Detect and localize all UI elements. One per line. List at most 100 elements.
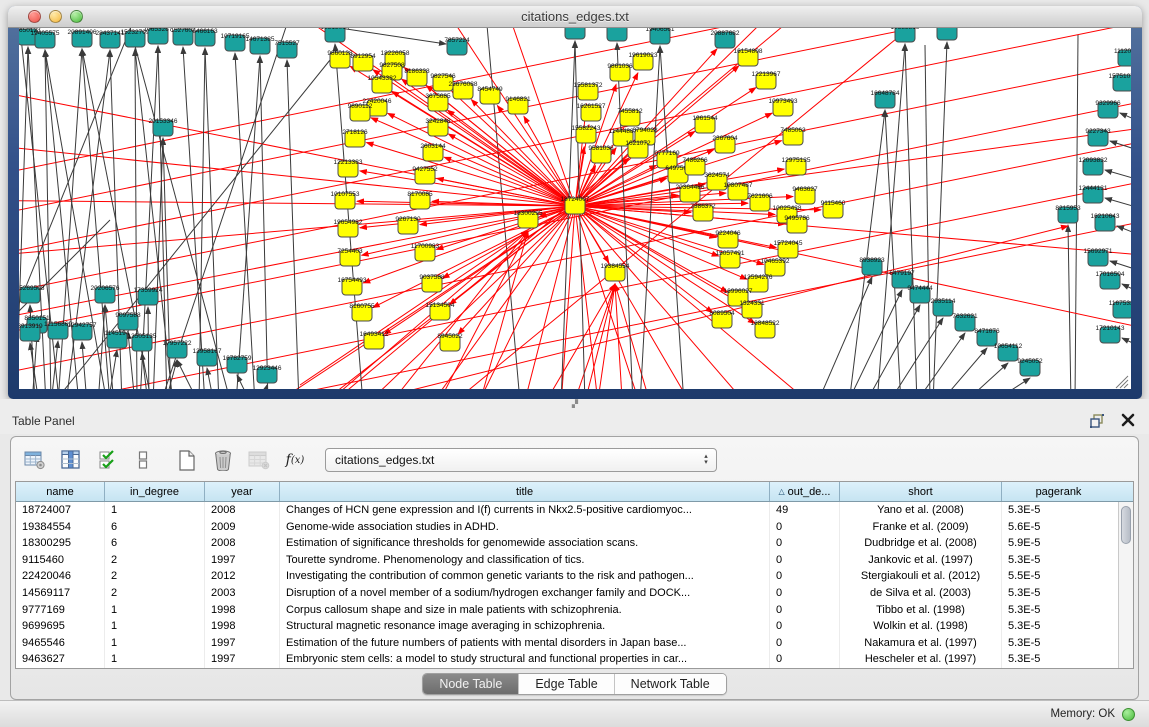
network-node[interactable]: 19619023 [629, 52, 658, 70]
table-cell[interactable]: 9465546 [16, 635, 105, 652]
network-node[interactable]: 9227343 [1085, 128, 1111, 146]
network-node[interactable]: 16754493 [338, 277, 367, 295]
network-node[interactable]: 1145194 [105, 330, 130, 348]
network-node[interactable]: 6466163 [192, 28, 218, 46]
network-node[interactable]: 12093832 [1079, 157, 1108, 175]
table-cell[interactable]: 2 [105, 552, 205, 569]
table-row[interactable]: 1872400712008Changes of HCN gene express… [16, 502, 1118, 519]
network-node[interactable]: 8938923 [859, 257, 885, 275]
table-cell[interactable]: 0 [770, 568, 840, 585]
table-cell[interactable]: 5.3E-5 [1002, 635, 1115, 652]
table-cell[interactable]: 5.3E-5 [1002, 618, 1115, 635]
table-row[interactable]: 911546021997Tourette syndrome. Phenomeno… [16, 552, 1118, 569]
table-cell[interactable]: Corpus callosum shape and size in male p… [280, 602, 770, 619]
column-header-in_degree[interactable]: in_degree [105, 482, 205, 501]
close-panel-icon[interactable] [1121, 413, 1135, 427]
function-builder-icon[interactable]: f(x) [283, 448, 307, 472]
network-node[interactable]: 7857224 [444, 37, 470, 55]
table-cell[interactable]: 18300295 [16, 535, 105, 552]
network-node[interactable]: 1324331 [739, 300, 765, 318]
network-node[interactable]: 20153346 [149, 118, 178, 136]
network-node[interactable]: 18300295 [514, 210, 543, 228]
network-node[interactable]: 9581036 [588, 145, 614, 163]
table-cell[interactable]: 0 [770, 618, 840, 635]
network-node[interactable]: 10653287 [144, 28, 173, 44]
network-node[interactable]: 9037588 [419, 274, 445, 292]
network-node[interactable]: 15581372 [574, 82, 603, 100]
table-cell[interactable]: 22420046 [16, 568, 105, 585]
table-cell[interactable]: 5.9E-5 [1002, 535, 1115, 552]
network-node[interactable]: 20206576 [91, 285, 120, 303]
network-node[interactable]: 20891406 [68, 29, 97, 47]
network-node[interactable]: 9890112 [348, 103, 373, 121]
table-cell[interactable]: 9699695 [16, 618, 105, 635]
table-cell[interactable]: 0 [770, 635, 840, 652]
network-node[interactable]: 2367604 [712, 135, 738, 153]
network-node[interactable]: 12923446 [253, 365, 282, 383]
network-node[interactable]: 8454749 [477, 86, 503, 104]
network-node[interactable]: 3242848 [425, 118, 451, 136]
table-row[interactable]: 1938455462009Genome-wide association stu… [16, 519, 1118, 536]
network-node[interactable]: 13505135 [128, 333, 157, 351]
network-node[interactable]: 1621072 [625, 140, 651, 158]
table-cell[interactable]: 9777169 [16, 602, 105, 619]
table-cell[interactable]: 5.3E-5 [1002, 585, 1115, 602]
table-cell[interactable]: Jankovic et al. (1997) [840, 552, 1002, 569]
table-cell[interactable]: 1998 [205, 618, 280, 635]
table-cell[interactable]: 1997 [205, 635, 280, 652]
table-cell[interactable]: 0 [770, 552, 840, 569]
network-node[interactable]: 15134504 [426, 302, 455, 320]
network-node[interactable]: 12213967 [752, 71, 781, 89]
table-cell[interactable]: 1997 [205, 552, 280, 569]
network-node[interactable]: 9097588 [115, 312, 141, 330]
table-cell[interactable]: 9463627 [16, 651, 105, 668]
table-cell[interactable]: Nakamura et al. (1997) [840, 635, 1002, 652]
network-node[interactable]: 7386372 [690, 203, 716, 221]
vertical-scrollbar[interactable] [1118, 502, 1133, 668]
network-node[interactable]: 18724007 [561, 196, 590, 214]
network-node[interactable]: 1961544 [692, 115, 718, 133]
table-row[interactable]: 1830029562008Estimation of significance … [16, 535, 1118, 552]
table-cell[interactable]: 1998 [205, 602, 280, 619]
table-cell[interactable]: Yano et al. (2008) [840, 502, 1002, 519]
network-node[interactable]: 7515527 [274, 40, 300, 58]
table-cell[interactable]: 2 [105, 568, 205, 585]
network-node[interactable]: 8089504 [709, 310, 735, 328]
network-node[interactable]: 17359924 [134, 287, 163, 305]
network-node[interactable]: 15751074 [1109, 73, 1131, 91]
delete-column-icon[interactable] [211, 448, 235, 472]
network-node[interactable]: 19384554 [601, 263, 630, 281]
table-row[interactable]: 2242004622012Investigating the contribut… [16, 568, 1118, 585]
table-cell[interactable]: Genome-wide association studies in ADHD. [280, 519, 770, 536]
network-node[interactable]: 2603144 [420, 143, 446, 161]
network-node[interactable]: 2718126 [342, 129, 368, 147]
network-node[interactable]: 8215953 [1055, 205, 1081, 223]
network-node[interactable]: 8160755 [349, 303, 375, 321]
network-node[interactable]: 9861036 [607, 63, 633, 81]
table-cell[interactable]: 2003 [205, 585, 280, 602]
network-node[interactable]: 19406561 [646, 28, 675, 44]
network-node[interactable]: 8945022 [437, 333, 463, 351]
network-node[interactable]: 8186328 [404, 68, 430, 86]
network-node[interactable]: 16848522 [751, 320, 780, 338]
float-panel-icon[interactable] [1089, 413, 1105, 429]
network-node[interactable]: 8170085 [407, 191, 433, 209]
network-node[interactable]: 16154808 [734, 48, 763, 66]
network-node[interactable]: 23676088 [449, 81, 478, 99]
network-node[interactable]: 16261527 [577, 103, 606, 121]
table-cell[interactable]: 5.6E-5 [1002, 519, 1115, 536]
network-node[interactable]: 10533819 [891, 28, 920, 42]
table-cell[interactable]: 5.5E-5 [1002, 568, 1115, 585]
table-cell[interactable]: 19384554 [16, 519, 105, 536]
table-cell[interactable]: Disruption of a novel member of a sodium… [280, 585, 770, 602]
network-node[interactable]: 7485063 [780, 127, 806, 145]
table-cell[interactable]: 2 [105, 585, 205, 602]
column-header-pagerank[interactable]: pagerank [1002, 482, 1115, 501]
select-all-columns-icon[interactable] [95, 448, 119, 472]
table-cell[interactable]: 0 [770, 585, 840, 602]
table-cell[interactable]: Estimation of significance thresholds fo… [280, 535, 770, 552]
network-node[interactable]: 12942757 [68, 322, 97, 340]
network-node[interactable]: 16093457 [933, 28, 962, 40]
network-node[interactable]: 7254403 [337, 248, 363, 266]
new-column-icon[interactable] [175, 448, 199, 472]
